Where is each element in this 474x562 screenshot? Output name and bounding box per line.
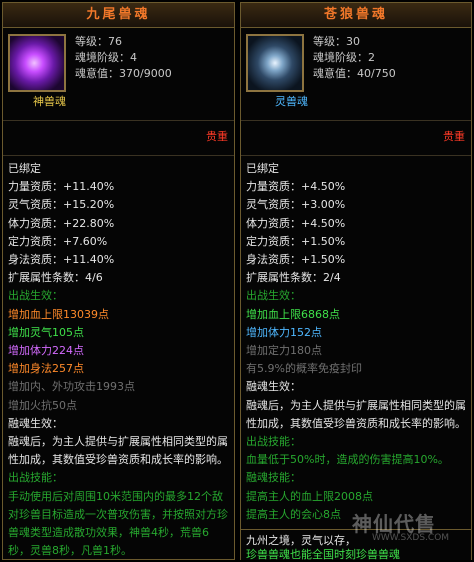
soul-attributes: 已绑定力量资质：+11.40% 灵气资质：+15.20% 体力资质：+22.80% 定…: [3, 155, 234, 559]
attribute-line: 体力资质：+4.50%: [246, 216, 346, 230]
nine-tail-soul-icon[interactable]: [8, 34, 66, 92]
soul-value: 魂意值：40/750: [313, 67, 396, 80]
soul-header: 等级：30 魂境阶级：2 魂意值：40/750 灵兽魂: [241, 28, 471, 121]
soul-attributes: 已绑定力量资质：+4.50% 灵气资质：+3.00% 体力资质：+4.50% 定力资质…: [241, 155, 471, 559]
soul-card-right: 苍狼兽魂 等级：30 魂境阶级：2 魂意值：40/750 灵兽魂 贵重 已绑定力…: [240, 2, 472, 560]
attribute-line: 增加内、外功攻击1993点: [8, 380, 135, 394]
soul-header: 等级：76 魂境阶级：4 魂意值：370/9000 神兽魂: [3, 28, 234, 121]
soul-title: 九尾兽魂: [3, 3, 234, 28]
rarity-label: 贵重: [206, 130, 228, 143]
attribute-line: 出战技能：: [246, 435, 301, 449]
attribute-line: 增加血上限6868点: [246, 307, 340, 321]
attribute-line: 增加身法257点: [8, 362, 84, 376]
soul-value: 魂意值：370/9000: [75, 67, 172, 80]
attribute-line: 定力资质：+7.60%: [8, 234, 108, 248]
attribute-line: 出战生效：: [8, 289, 63, 303]
wolf-soul-icon[interactable]: [246, 34, 304, 92]
attribute-line: 出战技能：: [8, 471, 63, 485]
attribute-line: 身法资质：+11.40%: [8, 253, 115, 267]
soul-stats: 等级：30 魂境阶级：2 魂意值：40/750: [313, 34, 396, 82]
attribute-line: 灵气资质：+15.20%: [8, 198, 115, 212]
attribute-line: 已绑定: [8, 162, 41, 175]
attribute-line: 扩展属性条数：2/4: [246, 271, 341, 285]
soul-stage: 魂境阶级：4: [75, 51, 137, 64]
attribute-line: 血量低于50%时，造成的伤害提高10%。: [246, 453, 449, 467]
watermark-url: WWW.SXDS.COM: [372, 533, 450, 543]
attribute-line: 定力资质：+1.50%: [246, 234, 346, 248]
soul-stats: 等级：76 魂境阶级：4 魂意值：370/9000: [75, 34, 172, 82]
soul-level: 等级：76: [75, 35, 122, 48]
soul-card-left: 九尾兽魂 等级：76 魂境阶级：4 魂意值：370/9000 神兽魂 贵重 已绑…: [2, 2, 235, 560]
soul-stage: 魂境阶级：2: [313, 51, 375, 64]
attribute-line: 已绑定: [246, 162, 279, 175]
attribute-line: 手动使用后对周围10米范围内的最多12个敌对珍兽目标造成一次普攻伤害，并按照对方…: [8, 489, 228, 558]
attribute-line: 增加血上限13039点: [8, 307, 109, 321]
attribute-line: 融魂生效：: [8, 416, 63, 430]
attribute-line: 增加定力180点: [246, 344, 322, 358]
rarity-label: 贵重: [443, 130, 465, 143]
attribute-line: 出战生效：: [246, 289, 301, 303]
attribute-line: 增加体力224点: [8, 344, 84, 358]
attribute-line: 融魂技能：: [246, 471, 301, 485]
attribute-line: 力量资质：+11.40%: [8, 180, 115, 194]
attribute-line: 融魂后，为主人提供与扩展属性相同类型的属性加成，其数值受珍兽资质和成长率的影响。: [246, 398, 466, 430]
soul-kind: 神兽魂: [33, 95, 66, 108]
attribute-line: 增加火抗50点: [8, 398, 77, 412]
soul-kind: 灵兽魂: [275, 95, 308, 108]
attribute-line: 增加体力152点: [246, 325, 322, 339]
soul-level: 等级：30: [313, 35, 360, 48]
attribute-line: 扩展属性条数：4/6: [8, 271, 103, 285]
attribute-line: 提高主人的血上限2008点: [246, 489, 373, 503]
attribute-line: 融魂后，为主人提供与扩展属性相同类型的属性加成，其数值受珍兽资质和成长率的影响。: [8, 435, 228, 467]
soul-title: 苍狼兽魂: [241, 3, 471, 28]
attribute-line: 有5.9%的概率免疫封印: [246, 362, 362, 376]
attribute-line: 力量资质：+4.50%: [246, 180, 346, 194]
attribute-line: 增加灵气105点: [8, 325, 84, 339]
attribute-line: 融魂生效：: [246, 380, 301, 394]
attribute-line: 灵气资质：+3.00%: [246, 198, 346, 212]
attribute-line: 体力资质：+22.80%: [8, 216, 115, 230]
attribute-line: 身法资质：+1.50%: [246, 253, 346, 267]
